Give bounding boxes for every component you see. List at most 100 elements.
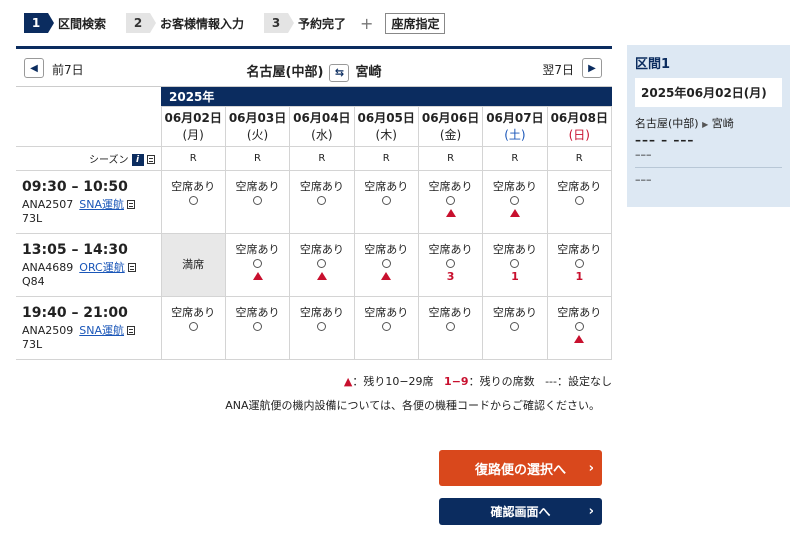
weekday-text: (木) (375, 128, 397, 142)
operator-link[interactable]: SNA運航 (79, 198, 124, 211)
radio-circle-icon[interactable] (253, 258, 263, 268)
seat-status: 空席あり (235, 305, 280, 319)
step-number: 1 (24, 13, 54, 33)
seat-status: 空席あり (557, 179, 602, 193)
radio-circle-icon[interactable] (574, 258, 584, 268)
legend-range-text: ：残りの席数 (468, 375, 535, 388)
flight-selection-panel: ◀ 前7日 名古屋(中部) ⇆ 宮崎 翌7日 ▶ 2025年 06月02日 (月) 0… (16, 46, 613, 360)
confirm-button[interactable]: 確認画面へ › (439, 498, 602, 525)
radio-circle-icon[interactable] (574, 195, 584, 205)
radio-circle-icon[interactable] (381, 258, 391, 268)
seat-cell[interactable]: 空席あり (353, 232, 419, 297)
seat-status: 空席あり (299, 242, 344, 256)
document-icon[interactable] (127, 263, 136, 272)
radio-circle-icon[interactable] (574, 321, 584, 331)
step-label: 区間検索 (58, 16, 107, 31)
date-header: 06月02日 (月) (160, 105, 226, 147)
flight-number-line: ANA2509 SNA運航 (22, 324, 161, 338)
operator-link[interactable]: ORC運航 (79, 261, 124, 274)
info-icon[interactable]: i (131, 153, 144, 166)
seat-cell[interactable]: 空席あり (224, 232, 291, 297)
segment-flight-placeholder: ––– – ––– (635, 133, 695, 147)
segment-destination: 宮崎 (711, 117, 734, 130)
seat-cell[interactable]: 空席あり (482, 169, 548, 234)
seat-cell[interactable]: 空席あり (224, 295, 291, 360)
step-search: 1 区間検索 (24, 13, 106, 33)
radio-circle-icon[interactable] (446, 195, 456, 205)
legend-dash-text: ：設定なし (557, 375, 612, 388)
seat-cell[interactable]: 空席あり (482, 295, 548, 360)
step-label: お客様情報入力 (160, 16, 245, 31)
seat-cell[interactable]: 空席あり (417, 169, 484, 234)
seat-status: 空席あり (428, 305, 473, 319)
date-header: 06月05日 (木) (353, 105, 419, 147)
seat-cell[interactable]: 空席あり (160, 295, 226, 360)
flight-row: 13:05 – 14:30 ANA4689 ORC運航 Q84 満席 空席あり 空席あり 空席… (16, 232, 613, 297)
year-label: 2025年 (161, 87, 612, 106)
seat-cell[interactable]: 空席あり 3 (417, 232, 484, 297)
seat-cell[interactable]: 空席あり (353, 169, 419, 234)
season-cell: R (482, 145, 548, 171)
flight-info: 13:05 – 14:30 ANA4689 ORC運航 Q84 (16, 232, 162, 297)
seat-selection-step: 座席指定 (385, 12, 446, 34)
document-icon[interactable] (127, 200, 136, 209)
flight-number: ANA2509 (22, 323, 74, 337)
button-label: 確認画面へ (490, 505, 551, 519)
remaining-seats: 1 (575, 269, 584, 283)
legend-triangle-text: ：残り10−29席 (352, 375, 434, 388)
seat-status: 空席あり (364, 305, 409, 319)
segment-route: 名古屋(中部) ▶ 宮崎 (635, 115, 782, 131)
equipment-note: ANA運航便の機内設備については、各便の機種コードからご確認ください。 (225, 399, 600, 412)
date-header: 06月03日 (火) (224, 105, 291, 147)
radio-circle-icon[interactable] (446, 258, 456, 268)
seat-cell[interactable]: 空席あり (289, 169, 355, 234)
document-icon[interactable] (127, 326, 136, 335)
triangle-warning-icon (445, 208, 456, 217)
season-label: シーズン (89, 154, 129, 166)
date-text: 06月08日 (550, 111, 608, 125)
next-week-link[interactable]: 翌7日 (542, 61, 574, 78)
radio-circle-icon[interactable] (188, 195, 198, 205)
flight-time: 09:30 – 10:50 (22, 178, 128, 195)
radio-circle-icon[interactable] (381, 321, 391, 331)
date-header: 06月04日 (水) (289, 105, 355, 147)
seat-cell[interactable]: 空席あり (417, 295, 484, 360)
radio-circle-icon[interactable] (510, 258, 520, 268)
seat-cell[interactable]: 空席あり (289, 295, 355, 360)
radio-circle-icon[interactable] (317, 321, 327, 331)
operator-link[interactable]: SNA運航 (79, 324, 124, 337)
weekday-text: (月) (182, 128, 204, 142)
radio-circle-icon[interactable] (317, 258, 327, 268)
radio-circle-icon[interactable] (510, 195, 520, 205)
radio-circle-icon[interactable] (510, 321, 520, 331)
radio-circle-icon[interactable] (317, 195, 327, 205)
flight-info: 19:40 – 21:00 ANA2509 SNA運航 73L (16, 295, 162, 360)
season-cell: R (353, 145, 419, 171)
empty-cell (16, 106, 162, 147)
plus-icon: + (360, 13, 374, 33)
seat-cell[interactable]: 空席あり (353, 295, 419, 360)
empty-cell (16, 87, 161, 106)
seat-cell[interactable]: 空席あり 1 (482, 232, 548, 297)
radio-circle-icon[interactable] (253, 195, 263, 205)
seat-cell[interactable]: 空席あり (546, 295, 613, 360)
radio-circle-icon[interactable] (188, 321, 198, 331)
radio-circle-icon[interactable] (381, 195, 391, 205)
next-week-button[interactable]: ▶ (582, 58, 602, 78)
step-number: 2 (126, 13, 157, 33)
seat-cell[interactable]: 空席あり (546, 169, 613, 234)
seat-cell[interactable]: 空席あり 1 (546, 232, 613, 297)
aircraft-code: 73L (22, 211, 43, 225)
triangle-warning-icon (509, 208, 520, 217)
seat-cell[interactable]: 空席あり (224, 169, 291, 234)
seat-cell[interactable]: 空席あり (289, 232, 355, 297)
seat-cell[interactable]: 空席あり (160, 169, 226, 234)
radio-circle-icon[interactable] (446, 321, 456, 331)
document-icon[interactable] (146, 155, 155, 164)
swap-icon[interactable]: ⇆ (329, 63, 350, 82)
weekday-text: (金) (439, 128, 462, 142)
radio-circle-icon[interactable] (253, 321, 263, 331)
flight-number: ANA4689 (22, 260, 74, 274)
return-flight-button[interactable]: 復路便の選択へ › (439, 450, 602, 486)
triangle-warning-icon (381, 271, 392, 280)
